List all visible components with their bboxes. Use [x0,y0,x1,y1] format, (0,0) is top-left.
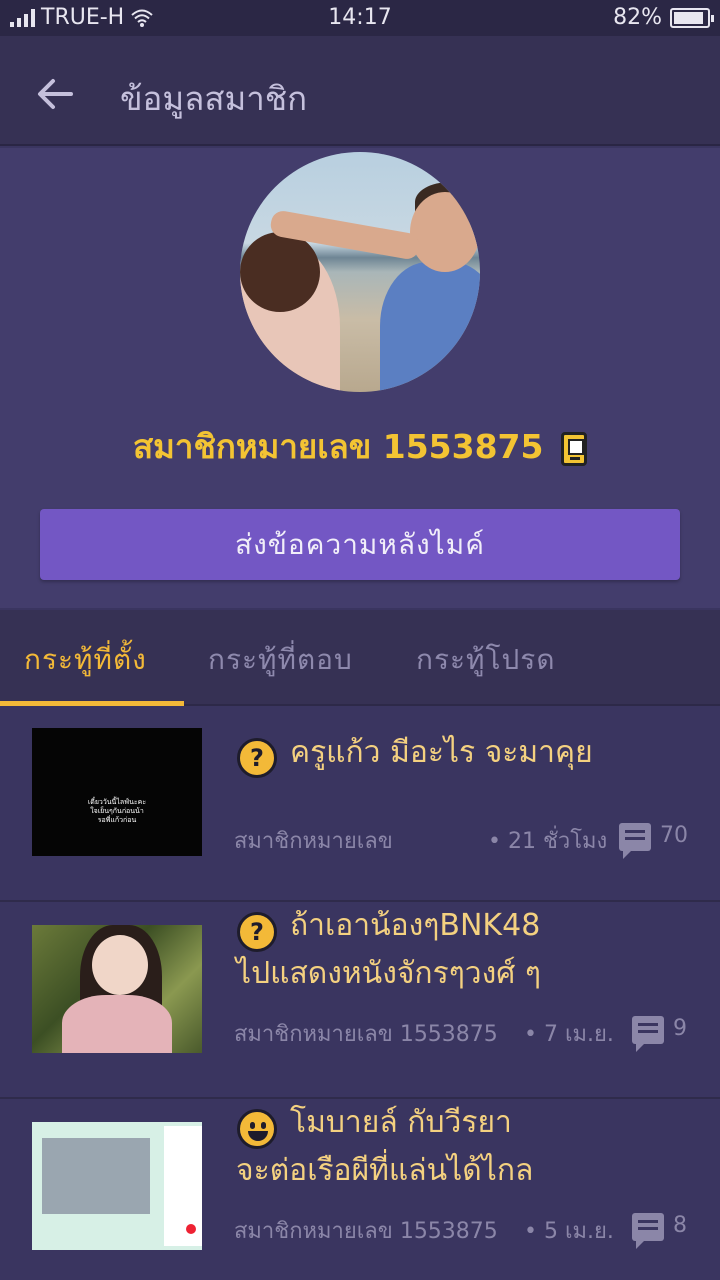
post-title-line1: ถ้าเอาน้องๆBNK48 [290,908,541,943]
post-author: สมาชิกหมายเลข 1553875 [234,1022,498,1047]
member-label: สมาชิกหมายเลข 1553875 [133,427,544,466]
list-item[interactable]: เดี๋ยววันนี้ไลฟ์นะคะ ใจเย็นๆกันก่อนน้า ร… [0,706,720,902]
question-icon: ? [237,738,277,778]
post-thumbnail [32,1122,202,1250]
app-header: ข้อมูลสมาชิก [0,36,720,146]
post-author: สมาชิกหมายเลข 1553875 [234,1219,498,1244]
profile-section: สมาชิกหมายเลข 1553875 ส่งข้อความหลังไมค์ [0,148,720,608]
post-thumbnail [32,925,202,1053]
tab-favorite-topics[interactable]: กระทู้โปรด [416,638,556,682]
tab-replied-topics[interactable]: กระทู้ที่ตอบ [208,638,353,682]
post-title-line2: ไปแสดงหนังจักรๆวงศ์ ๆ [236,956,541,991]
post-time: • 21 ชั่วโมง [488,829,608,854]
send-message-button[interactable]: ส่งข้อความหลังไมค์ [40,509,680,580]
list-item[interactable]: ? ถ้าเอาน้องๆBNK48 ไปแสดงหนังจักรๆวงศ์ ๆ… [0,903,720,1099]
list-item[interactable]: โมบายล์ กับวีรยา จะต่อเรือผีที่แล่นได้ไก… [0,1100,720,1280]
battery-icon [670,7,714,28]
post-author: สมาชิกหมายเลข [234,829,393,854]
mobile-phone-icon [560,431,587,466]
back-button[interactable] [30,69,80,119]
member-id: สมาชิกหมายเลข 1553875 [0,420,720,473]
page-title: ข้อมูลสมาชิก [120,79,308,118]
post-time: • 5 เม.ย. [524,1219,614,1244]
avatar[interactable] [240,152,480,392]
clock: 14:17 [328,5,392,30]
status-bar: TRUE-H 14:17 82% [0,0,720,36]
post-time: • 7 เม.ย. [524,1022,614,1047]
question-icon: ? [237,912,277,952]
thumbnail-caption: เดี๋ยววันนี้ไลฟ์นะคะ ใจเย็นๆกันก่อนน้า ร… [87,798,147,824]
post-title: ครูแก้ว มีอะไร จะมาคุย [290,735,593,770]
comment-icon [632,1016,664,1052]
arrow-left-icon [38,79,73,109]
comment-count: 9 [673,1016,687,1041]
comment-icon [619,823,651,859]
post-title-line1: โมบายล์ กับวีรยา [290,1105,512,1140]
post-thumbnail: เดี๋ยววันนี้ไลฟ์นะคะ ใจเย็นๆกันก่อนน้า ร… [32,728,202,856]
battery-percent: 82% [613,5,662,30]
comment-count: 8 [673,1213,687,1238]
tab-bar: กระทู้ที่ตั้ง กระทู้ที่ตอบ กระทู้โปรด [0,610,720,706]
tab-my-topics[interactable]: กระทู้ที่ตั้ง [24,638,147,682]
post-title-line2: จะต่อเรือผีที่แล่นได้ไกล [236,1153,534,1188]
smile-icon [237,1109,277,1149]
comment-count: 70 [660,823,688,848]
comment-icon [632,1213,664,1249]
